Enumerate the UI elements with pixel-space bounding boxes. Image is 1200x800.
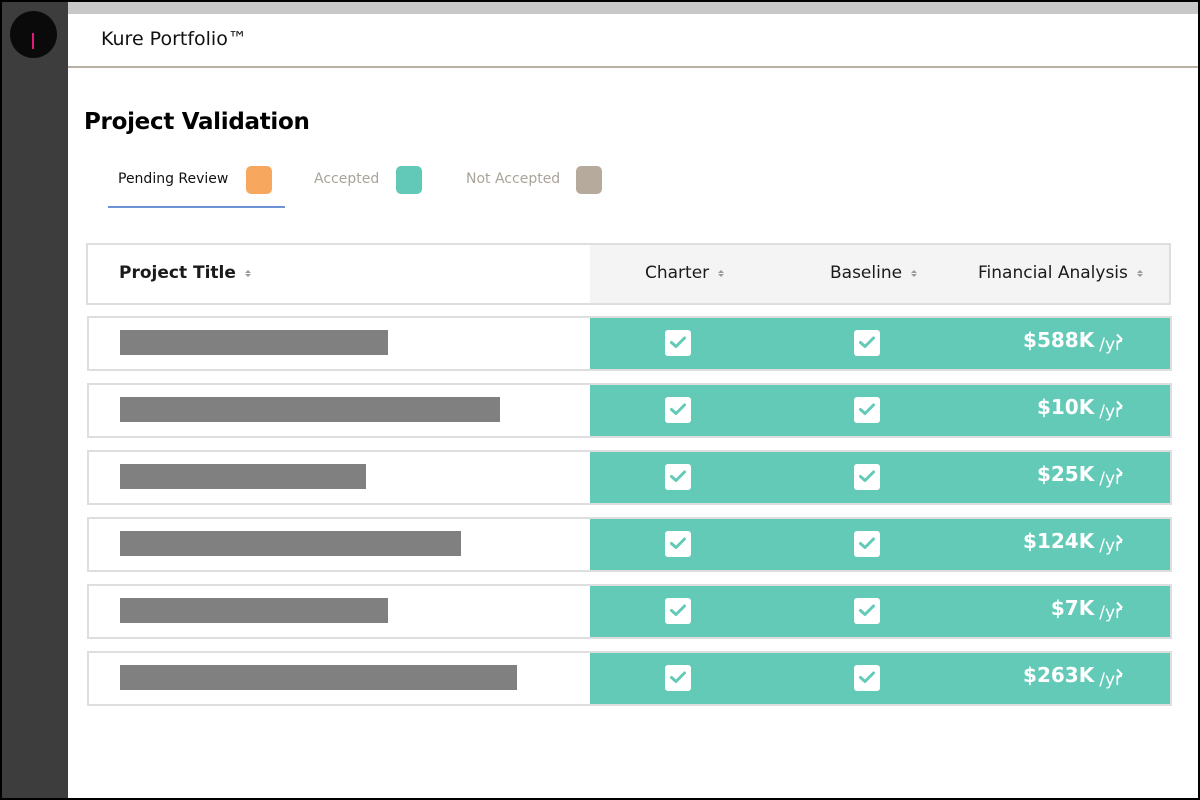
financial-analysis-value[interactable]: $588K /yr	[1023, 328, 1122, 355]
tab-pending-review[interactable]: Pending Review	[108, 164, 285, 208]
chevron-right-icon[interactable]	[1115, 601, 1124, 613]
status-cells: $588K /yr	[590, 318, 1170, 369]
column-header-label: Charter	[645, 263, 710, 283]
sort-icon[interactable]	[718, 269, 725, 277]
status-cells: $124K /yr	[590, 519, 1170, 570]
status-cells: $263K /yr	[590, 653, 1170, 704]
amount: $25K	[1036, 462, 1095, 486]
sidebar	[2, 2, 68, 798]
project-title-cell	[89, 452, 590, 503]
baseline-check-icon[interactable]	[854, 330, 880, 356]
app-title: Kure Portfolio™	[101, 28, 247, 50]
financial-analysis-value[interactable]: $263K /yr	[1023, 663, 1122, 690]
baseline-check-icon[interactable]	[854, 598, 880, 624]
charter-check-icon[interactable]	[665, 531, 691, 557]
project-title-cell	[89, 586, 590, 637]
table-row[interactable]: $263K /yr	[87, 651, 1172, 706]
table-row[interactable]: $25K /yr	[87, 450, 1172, 505]
column-header-baseline[interactable]: Baseline	[830, 263, 918, 283]
financial-analysis-value[interactable]: $7K /yr	[1050, 596, 1122, 623]
amount: $7K	[1050, 596, 1095, 620]
header-bar: Kure Portfolio™	[68, 14, 1198, 68]
baseline-check-icon[interactable]	[854, 464, 880, 490]
redacted-project-title	[120, 598, 388, 623]
chevron-right-icon[interactable]	[1115, 467, 1124, 479]
amount: $588K	[1023, 328, 1095, 352]
table-row[interactable]: $588K /yr	[87, 316, 1172, 371]
redacted-project-title	[120, 464, 366, 489]
table-row[interactable]: $7K /yr	[87, 584, 1172, 639]
baseline-check-icon[interactable]	[854, 531, 880, 557]
baseline-check-icon[interactable]	[854, 397, 880, 423]
amount: $124K	[1023, 529, 1095, 553]
logo-mark	[32, 33, 34, 49]
table-header: Project Title Charter Baseline Financial…	[86, 243, 1171, 305]
status-cells: $7K /yr	[590, 586, 1170, 637]
financial-analysis-value[interactable]: $10K /yr	[1036, 395, 1122, 422]
column-header-project-title[interactable]: Project Title	[119, 263, 251, 283]
project-title-cell	[89, 318, 590, 369]
tab-not-accepted[interactable]: Not Accepted	[466, 164, 616, 208]
table-row[interactable]: $10K /yr	[87, 383, 1172, 438]
charter-check-icon[interactable]	[665, 397, 691, 423]
project-title-cell	[89, 653, 590, 704]
chevron-right-icon[interactable]	[1115, 333, 1124, 345]
project-title-cell	[89, 385, 590, 436]
charter-check-icon[interactable]	[665, 598, 691, 624]
chevron-right-icon[interactable]	[1115, 668, 1124, 680]
column-header-financial-analysis[interactable]: Financial Analysis	[978, 263, 1143, 283]
tab-accepted[interactable]: Accepted	[314, 164, 434, 208]
redacted-project-title	[120, 531, 461, 556]
column-header-charter[interactable]: Charter	[645, 263, 725, 283]
amount: $263K	[1023, 663, 1095, 687]
page-title: Project Validation	[84, 109, 310, 135]
sort-icon[interactable]	[911, 269, 918, 277]
tab-label: Not Accepted	[466, 171, 561, 187]
status-cells: $10K /yr	[590, 385, 1170, 436]
financial-analysis-value[interactable]: $124K /yr	[1023, 529, 1122, 556]
redacted-project-title	[120, 330, 388, 355]
tab-label: Accepted	[314, 171, 380, 187]
sort-icon[interactable]	[244, 269, 251, 277]
status-color-swatch	[246, 166, 272, 194]
baseline-check-icon[interactable]	[854, 665, 880, 691]
financial-analysis-value[interactable]: $25K /yr	[1036, 462, 1122, 489]
status-cells: $25K /yr	[590, 452, 1170, 503]
sort-icon[interactable]	[1136, 269, 1143, 277]
app-window: Kure Portfolio™ Project Validation Pendi…	[2, 2, 1198, 798]
redacted-project-title	[120, 397, 500, 422]
table-row[interactable]: $124K /yr	[87, 517, 1172, 572]
redacted-project-title	[120, 665, 517, 690]
project-title-cell	[89, 519, 590, 570]
amount: $10K	[1036, 395, 1095, 419]
charter-check-icon[interactable]	[665, 665, 691, 691]
chevron-right-icon[interactable]	[1115, 400, 1124, 412]
charter-check-icon[interactable]	[665, 464, 691, 490]
logo[interactable]	[10, 11, 57, 58]
column-header-label: Financial Analysis	[978, 263, 1128, 283]
chevron-right-icon[interactable]	[1115, 534, 1124, 546]
status-color-swatch	[396, 166, 422, 194]
tab-label: Pending Review	[118, 171, 229, 187]
column-header-label: Project Title	[119, 263, 236, 283]
charter-check-icon[interactable]	[665, 330, 691, 356]
column-header-label: Baseline	[830, 263, 903, 283]
status-color-swatch	[576, 166, 602, 194]
top-strip	[2, 2, 1198, 14]
